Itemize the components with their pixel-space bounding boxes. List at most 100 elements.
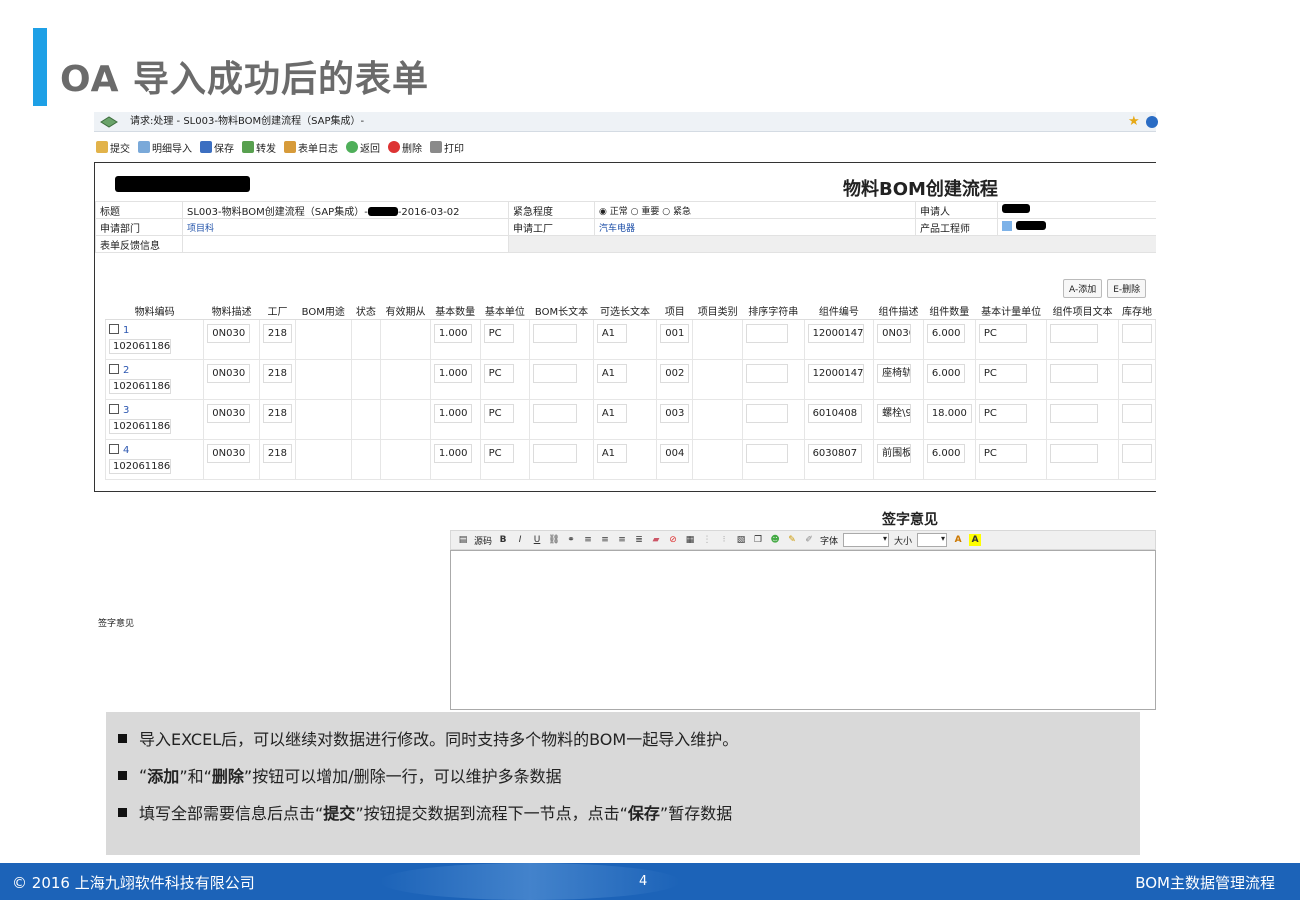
copy-icon[interactable]: ❐ (752, 534, 764, 546)
material-code-input[interactable]: 102061186 (109, 458, 171, 474)
attachment-icon[interactable]: ✎ (786, 534, 798, 546)
bom-text-input[interactable] (533, 363, 578, 383)
base-qty-input[interactable]: 1.000 (433, 323, 473, 343)
component-text-input[interactable] (1050, 323, 1099, 343)
user-icon[interactable]: ☻ (769, 534, 781, 546)
row-checkbox[interactable] (109, 443, 119, 454)
font-color-icon[interactable]: A (952, 534, 964, 546)
component-desc-input[interactable]: 前围板 (877, 443, 912, 463)
align-left-icon[interactable]: ≡ (582, 534, 594, 546)
sort-string-input[interactable] (746, 403, 789, 423)
component-no-input[interactable]: 12000147 (807, 363, 864, 383)
alt-text-input[interactable]: A1 (596, 363, 627, 383)
plant-input[interactable]: 218 (262, 443, 292, 463)
component-qty-input[interactable]: 6.000 (926, 363, 966, 383)
component-unit-input[interactable]: PC (978, 443, 1027, 463)
clear-icon[interactable]: ⊘ (667, 534, 679, 546)
urgency-radio-important[interactable]: ○ 重要 (631, 207, 660, 217)
italic-icon[interactable]: I (514, 534, 526, 546)
item-input[interactable]: 003 (660, 403, 690, 423)
bom-text-input[interactable] (533, 443, 578, 463)
base-qty-input[interactable]: 1.000 (433, 363, 473, 383)
paste-icon[interactable]: ▧ (735, 534, 747, 546)
signature-editor-area[interactable] (450, 550, 1156, 710)
globe-icon[interactable] (1146, 116, 1158, 128)
component-desc-input[interactable]: 座椅轨 (877, 363, 912, 383)
plant-input[interactable]: 218 (262, 403, 292, 423)
urgency-radio-normal[interactable]: ◉ 正常 (599, 207, 628, 217)
ordered-list-icon[interactable]: ⋮ (701, 534, 713, 546)
feedback-field[interactable] (182, 235, 509, 253)
material-code-input[interactable]: 102061186 (109, 378, 171, 394)
bold-icon[interactable]: B (497, 534, 509, 546)
desc-input[interactable]: 0N030 (207, 403, 251, 423)
component-no-input[interactable]: 12000147 (807, 323, 864, 343)
item-input[interactable]: 004 (660, 443, 690, 463)
component-qty-input[interactable]: 6.000 (926, 323, 966, 343)
align-justify-icon[interactable]: ≣ (633, 534, 645, 546)
desc-input[interactable]: 0N030 (207, 363, 251, 383)
underline-icon[interactable]: U (531, 534, 543, 546)
row-checkbox[interactable] (109, 363, 119, 374)
urgency-radio-urgent[interactable]: ○ 紧急 (662, 207, 691, 217)
component-qty-input[interactable]: 18.000 (926, 403, 972, 423)
delete-row-button[interactable]: E-删除 (1107, 279, 1147, 298)
unlink-icon[interactable]: ⚭ (565, 534, 577, 546)
component-no-input[interactable]: 6030807 (807, 443, 863, 463)
link-icon[interactable]: ⛓ (548, 534, 560, 546)
base-unit-input[interactable]: PC (483, 363, 514, 383)
sort-string-input[interactable] (746, 443, 789, 463)
form-log-button[interactable]: 表单日志 (284, 140, 338, 155)
bom-text-input[interactable] (533, 323, 578, 343)
back-button[interactable]: 返回 (346, 140, 380, 155)
component-qty-input[interactable]: 6.000 (926, 443, 966, 463)
base-qty-input[interactable]: 1.000 (433, 403, 473, 423)
component-unit-input[interactable]: PC (978, 403, 1027, 423)
font-select[interactable] (843, 533, 890, 547)
material-code-input[interactable]: 102061186 (109, 418, 171, 434)
storage-input[interactable] (1121, 363, 1152, 383)
storage-input[interactable] (1121, 443, 1152, 463)
desc-input[interactable]: 0N030 (207, 323, 251, 343)
component-unit-input[interactable]: PC (978, 363, 1027, 383)
component-desc-input[interactable]: 螺栓\9 (877, 403, 912, 423)
delete-button[interactable]: 删除 (388, 140, 422, 155)
table-icon[interactable]: ▦ (684, 534, 696, 546)
unordered-list-icon[interactable]: ⁝ (718, 534, 730, 546)
size-select[interactable] (917, 533, 948, 547)
alt-text-input[interactable]: A1 (596, 403, 627, 423)
source-button[interactable]: 源码 (474, 534, 492, 547)
desc-input[interactable]: 0N030 (207, 443, 251, 463)
storage-input[interactable] (1121, 403, 1152, 423)
add-row-button[interactable]: A-添加 (1063, 279, 1103, 298)
item-input[interactable]: 001 (660, 323, 690, 343)
plant-input[interactable]: 218 (262, 323, 292, 343)
align-center-icon[interactable]: ≡ (599, 534, 611, 546)
title-field[interactable]: SL003-物料BOM创建流程（SAP集成）- -2016-03-02 (182, 201, 509, 219)
user-browse-icon[interactable] (1002, 221, 1012, 231)
alt-text-input[interactable]: A1 (596, 443, 627, 463)
base-qty-input[interactable]: 1.000 (433, 443, 473, 463)
row-checkbox[interactable] (109, 403, 119, 414)
sort-string-input[interactable] (746, 323, 789, 343)
plant-input[interactable]: 218 (262, 363, 292, 383)
source-icon[interactable]: ▤ (457, 534, 469, 546)
sort-string-input[interactable] (746, 363, 789, 383)
detail-import-button[interactable]: 明细导入 (138, 140, 192, 155)
bom-text-input[interactable] (533, 403, 578, 423)
component-no-input[interactable]: 6010408 (807, 403, 863, 423)
base-unit-input[interactable]: PC (483, 323, 514, 343)
base-unit-input[interactable]: PC (483, 403, 514, 423)
align-right-icon[interactable]: ≡ (616, 534, 628, 546)
storage-input[interactable] (1121, 323, 1152, 343)
component-text-input[interactable] (1050, 363, 1099, 383)
print-button[interactable]: 打印 (430, 140, 464, 155)
item-input[interactable]: 002 (660, 363, 690, 383)
component-unit-input[interactable]: PC (978, 323, 1027, 343)
row-checkbox[interactable] (109, 323, 119, 334)
highlight-color-icon[interactable]: A (969, 534, 982, 546)
submit-button[interactable]: 提交 (96, 140, 130, 155)
component-desc-input[interactable]: 0N030 (877, 323, 912, 343)
forward-button[interactable]: 转发 (242, 140, 276, 155)
material-code-input[interactable]: 102061186 (109, 338, 171, 354)
